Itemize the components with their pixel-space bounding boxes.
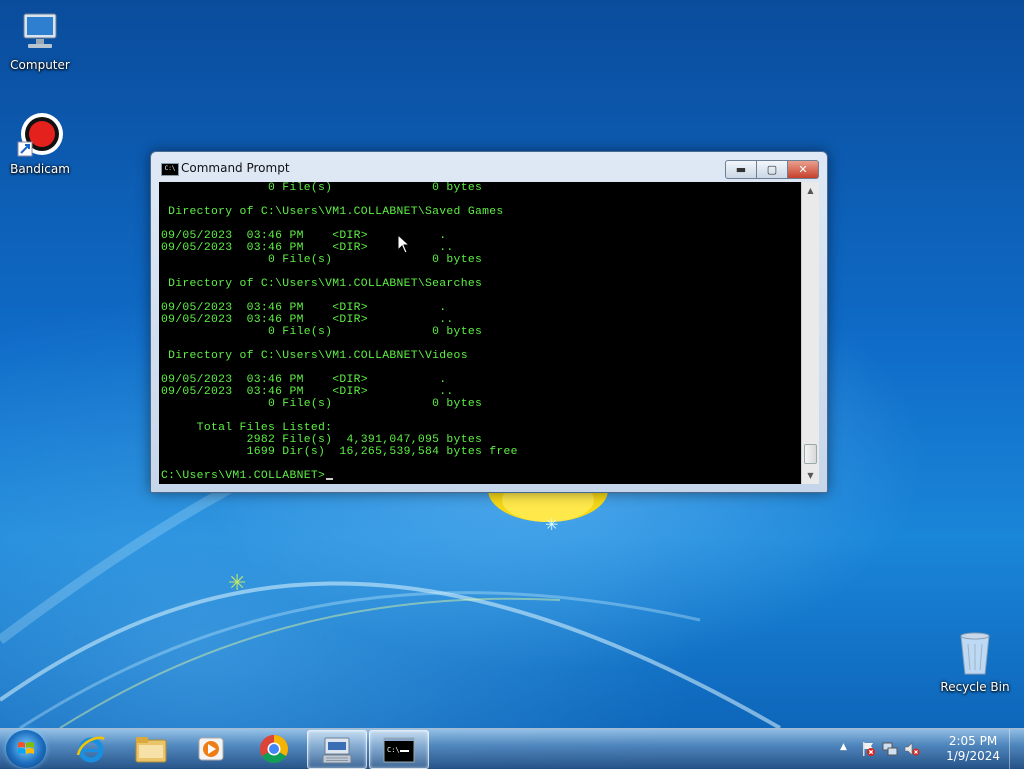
svg-text:✳: ✳ xyxy=(545,515,558,534)
console-line: Directory of C:\Users\VM1.COLLABNET\Sear… xyxy=(161,278,483,290)
console-line: 0 File(s) 0 bytes xyxy=(161,182,483,194)
command-prompt-window[interactable]: C:\ Command Prompt ▬ ▢ ✕ 0 File(s) 0 byt… xyxy=(150,151,828,493)
command-prompt-icon: C:\ xyxy=(161,163,179,176)
show-desktop-button[interactable] xyxy=(1009,729,1024,769)
taskbar-on-screen-keyboard[interactable] xyxy=(307,730,367,769)
mouse-pointer-icon xyxy=(397,234,411,254)
taskbar-command-prompt[interactable]: C:\ xyxy=(369,730,429,769)
start-button[interactable] xyxy=(6,730,46,768)
console-line: Total Files Listed: xyxy=(161,422,333,434)
volume-muted-icon[interactable] xyxy=(904,741,920,757)
clock-time: 2:05 PM xyxy=(948,734,998,748)
taskbar: C:\ ▲ 2:05 PM 1/9/2024 xyxy=(0,728,1024,769)
clock-date: 1/9/2024 xyxy=(946,749,1000,763)
scroll-down-arrow-icon[interactable]: ▼ xyxy=(802,467,819,484)
network-icon[interactable] xyxy=(882,741,898,757)
system-tray: ▲ 2:05 PM 1/9/2024 xyxy=(834,729,1024,769)
taskbar-media-player[interactable] xyxy=(182,730,240,767)
clock[interactable]: 2:05 PM 1/9/2024 xyxy=(946,734,1000,764)
taskbar-file-explorer[interactable] xyxy=(122,730,180,767)
maximize-button[interactable]: ▢ xyxy=(757,160,788,179)
on-screen-keyboard-icon xyxy=(322,737,352,763)
desktop-icon-label: Computer xyxy=(10,58,70,72)
console-line: 0 File(s) 0 bytes xyxy=(161,326,483,338)
text-cursor xyxy=(326,478,334,480)
svg-text:C:\: C:\ xyxy=(387,746,400,754)
taskbar-chrome[interactable] xyxy=(245,730,303,767)
file-explorer-icon xyxy=(135,736,167,762)
console-line: 09/05/2023 03:46 PM <DIR> .. xyxy=(161,314,454,326)
scrollbar-thumb[interactable] xyxy=(804,444,817,464)
desktop-icon-bandicam[interactable]: Bandicam xyxy=(0,112,80,176)
command-prompt-icon: C:\ xyxy=(383,737,415,762)
desktop-icon-label: Bandicam xyxy=(10,162,70,176)
console-line: 09/05/2023 03:46 PM <DIR> . xyxy=(161,230,447,242)
taskbar-internet-explorer[interactable] xyxy=(62,730,120,767)
console-line: 09/05/2023 03:46 PM <DIR> . xyxy=(161,374,447,386)
svg-text:✳: ✳ xyxy=(228,571,246,596)
show-hidden-icons-icon[interactable]: ▲ xyxy=(840,742,847,752)
chrome-icon xyxy=(260,734,288,763)
command-prompt-line[interactable]: C:\Users\VM1.COLLABNET> xyxy=(161,470,334,482)
computer-icon xyxy=(16,8,64,56)
desktop-icon-recycle-bin[interactable]: Recycle Bin xyxy=(935,630,1015,694)
console-line: 09/05/2023 03:46 PM <DIR> .. xyxy=(161,242,454,254)
desktop-icon-label: Recycle Bin xyxy=(940,680,1010,694)
bandicam-icon xyxy=(16,112,64,160)
internet-explorer-icon xyxy=(76,736,105,762)
media-player-icon xyxy=(198,737,224,760)
close-button[interactable]: ✕ xyxy=(788,160,819,179)
console-line: 09/05/2023 03:46 PM <DIR> .. xyxy=(161,386,454,398)
console-line: 09/05/2023 03:46 PM <DIR> . xyxy=(161,302,447,314)
caption-buttons: ▬ ▢ ✕ xyxy=(725,160,819,179)
window-title: Command Prompt xyxy=(181,161,290,175)
console-line: 1699 Dir(s) 16,265,539,584 bytes free xyxy=(161,446,518,458)
action-center-flag-icon[interactable] xyxy=(860,741,876,757)
title-bar[interactable]: C:\ Command Prompt ▬ ▢ ✕ xyxy=(151,152,827,182)
console-line: 0 File(s) 0 bytes xyxy=(161,254,483,266)
console-text: 0 File(s) 0 bytes Directory of C:\Users\… xyxy=(161,182,518,458)
console-line: 2982 File(s) 4,391,047,095 bytes xyxy=(161,434,483,446)
minimize-button[interactable]: ▬ xyxy=(725,160,757,179)
console-line: Directory of C:\Users\VM1.COLLABNET\Save… xyxy=(161,206,504,218)
windows-flag-icon xyxy=(18,742,34,754)
console-output[interactable]: 0 File(s) 0 bytes Directory of C:\Users\… xyxy=(159,182,801,484)
vertical-scrollbar[interactable]: ▲ ▼ xyxy=(801,182,819,484)
console-line: 0 File(s) 0 bytes xyxy=(161,398,483,410)
recycle-bin-icon xyxy=(951,630,999,678)
desktop-icon-computer[interactable]: Computer xyxy=(0,8,80,72)
prompt-text: C:\Users\VM1.COLLABNET> xyxy=(161,470,326,482)
scroll-up-arrow-icon[interactable]: ▲ xyxy=(802,182,819,199)
console-line: Directory of C:\Users\VM1.COLLABNET\Vide… xyxy=(161,350,468,362)
